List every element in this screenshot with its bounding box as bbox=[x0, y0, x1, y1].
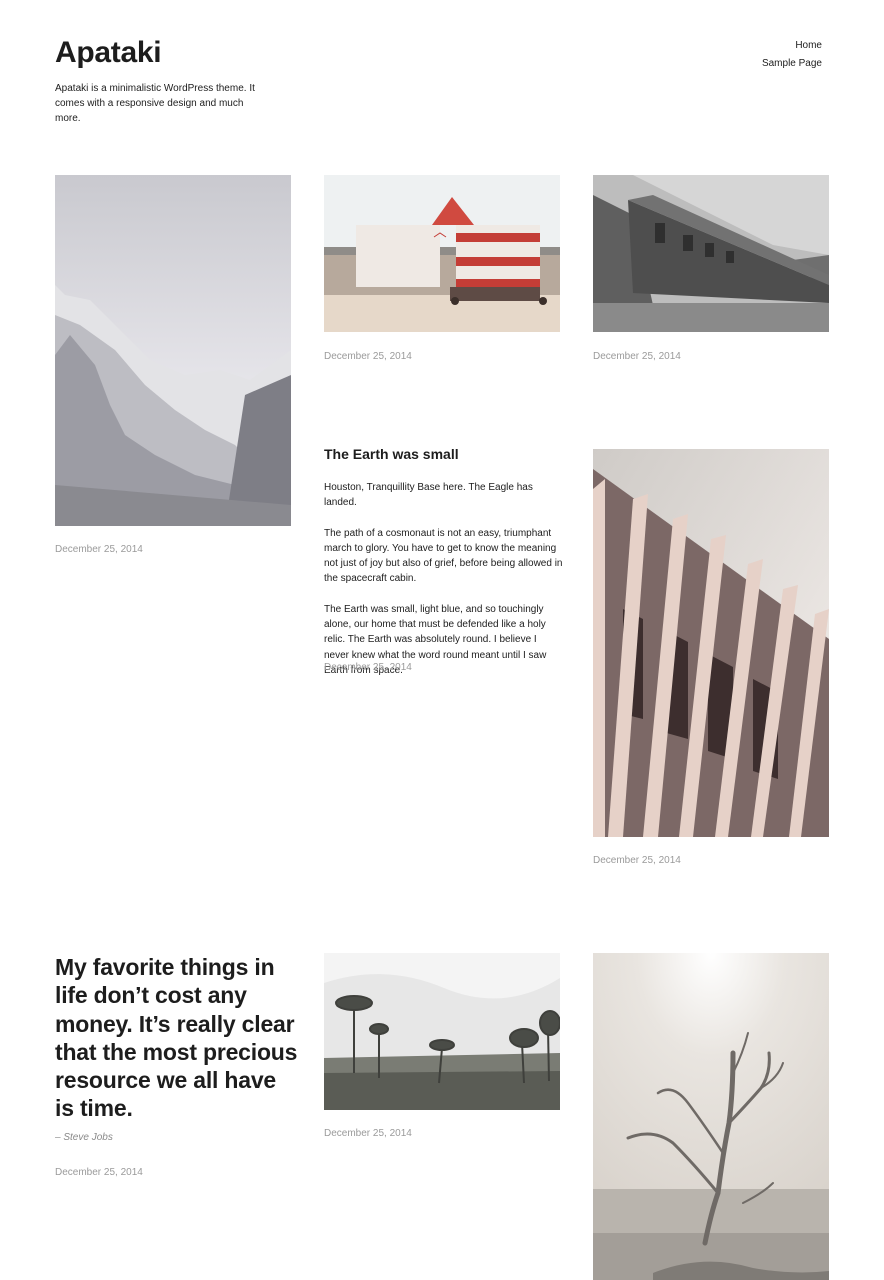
post-image-trees-landscape[interactable] bbox=[324, 953, 560, 1110]
post-image-train-carriage[interactable] bbox=[593, 175, 829, 332]
post-date[interactable]: December 25, 2014 bbox=[55, 544, 143, 555]
site-description: Apataki is a minimalistic WordPress them… bbox=[55, 83, 255, 124]
post-title[interactable]: The Earth was small bbox=[324, 446, 459, 462]
post-paragraph: Houston, Tranquillity Base here. The Eag… bbox=[324, 482, 533, 509]
post-date[interactable]: December 25, 2014 bbox=[55, 1167, 143, 1178]
post-image-bare-tree-desert[interactable] bbox=[593, 953, 829, 1280]
post-date[interactable]: December 25, 2014 bbox=[324, 662, 412, 673]
post-date[interactable]: December 25, 2014 bbox=[593, 855, 681, 866]
post-date[interactable]: December 25, 2014 bbox=[324, 1128, 412, 1139]
nav-item-home[interactable]: Home bbox=[762, 37, 822, 55]
post-image-building-facade[interactable] bbox=[593, 449, 829, 837]
post-paragraph: The path of a cosmonaut is not an easy, … bbox=[324, 527, 563, 585]
site-title[interactable]: Apataki bbox=[55, 36, 162, 70]
post-date[interactable]: December 25, 2014 bbox=[593, 351, 681, 362]
post-image-striped-beach-hut[interactable] bbox=[324, 175, 560, 332]
quote-text[interactable]: My favorite things in life don’t cost an… bbox=[55, 953, 300, 1123]
post-date[interactable]: December 25, 2014 bbox=[324, 351, 412, 362]
post-image-snowy-mountain[interactable] bbox=[55, 175, 291, 526]
quote-author: – Steve Jobs bbox=[55, 1132, 113, 1143]
page: Apataki Apataki is a minimalistic WordPr… bbox=[0, 0, 884, 1280]
nav-item-sample-page[interactable]: Sample Page bbox=[762, 55, 822, 73]
main-nav: Home Sample Page bbox=[762, 37, 822, 72]
